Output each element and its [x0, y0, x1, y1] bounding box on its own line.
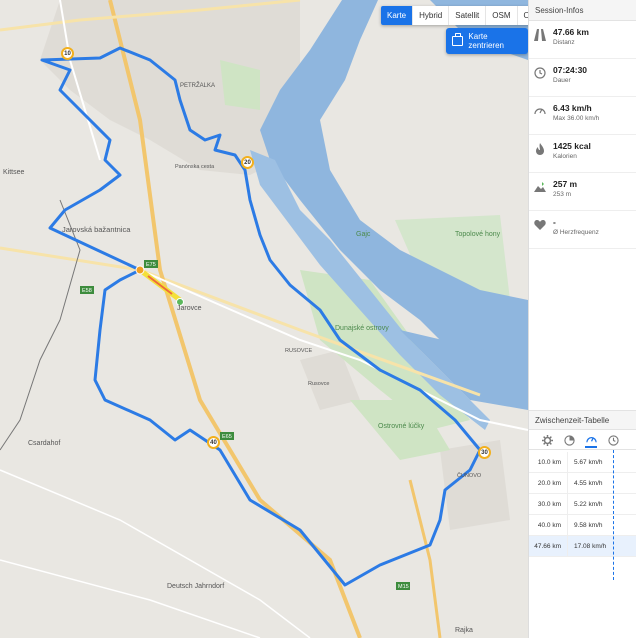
road-south	[0, 559, 261, 638]
split-km: 30.0 km	[537, 500, 561, 508]
speed-value: 6.43 km/h	[553, 103, 592, 113]
stat-duration: 07:24:30 Dauer	[529, 59, 636, 97]
split-row[interactable]: 20.0 km 4.55 km/h	[529, 473, 636, 494]
session-title: Session-Infos	[529, 0, 636, 21]
split-km: 10.0 km	[537, 458, 561, 466]
split-km: 40.0 km	[537, 521, 561, 529]
split-km: 20.0 km	[537, 479, 561, 487]
speedometer-icon	[533, 104, 547, 118]
split-value: 5.22 km/h	[567, 494, 624, 514]
speed-max-label: Max 36.00 km/h	[553, 115, 600, 122]
label-jarovce: Jarovce	[177, 305, 202, 312]
split-row[interactable]: 30.0 km 5.22 km/h	[529, 494, 636, 515]
stat-distance: 47.66 km Distanz	[529, 21, 636, 59]
map-view[interactable]: Kittsee Jarovská bažantnica Jarovce RUSO…	[0, 0, 528, 638]
split-value: 4.55 km/h	[567, 473, 624, 493]
duration-value: 07:24:30	[553, 65, 588, 75]
map-layer-switcher: Karte Hybrid Satellit OSM OCM	[381, 6, 528, 25]
label-panonska: Panónska cesta	[175, 164, 215, 170]
split-km: 47.66 km	[534, 542, 561, 550]
km-marker-20[interactable]: 20	[241, 156, 254, 169]
splits-title: Zwischenzeit-Tabelle	[529, 410, 636, 430]
road-icon	[533, 28, 547, 42]
stat-heartrate: - Ø Herzfrequenz	[529, 211, 636, 249]
clock-tab-icon[interactable]	[607, 435, 619, 447]
layer-ocm-button[interactable]: OCM	[518, 6, 529, 25]
label-jarovska: Jarovská bažantnica	[62, 225, 131, 234]
split-row[interactable]: 47.66 km 17.08 km/h	[529, 536, 636, 557]
route-shield-e75: E75	[146, 262, 156, 268]
center-map-button[interactable]: Karte zentrieren	[446, 28, 528, 54]
calories-label: Kalorien	[553, 153, 577, 160]
route-shield-e58: E58	[82, 288, 92, 294]
km-marker-10[interactable]: 10	[61, 47, 74, 60]
stat-elevation: 257 m 253 m	[529, 173, 636, 211]
gear-icon[interactable]	[541, 435, 553, 447]
split-value: 9.58 km/h	[567, 515, 624, 535]
split-row[interactable]: 40.0 km 9.58 km/h	[529, 515, 636, 536]
km-marker-40[interactable]: 40	[207, 436, 220, 449]
center-map-label: Karte zentrieren	[468, 32, 504, 50]
clock-icon	[533, 66, 547, 80]
route-end-marker[interactable]	[135, 265, 145, 275]
split-value: 17.08 km/h	[567, 536, 624, 556]
label-ostrovne-lucky: Ostrovné lúčky	[378, 423, 425, 430]
splits-table: 10.0 km 5.67 km/h 20.0 km 4.55 km/h 30.0 k…	[529, 452, 636, 557]
layer-osm-button[interactable]: OSM	[486, 6, 518, 25]
calories-value: 1425 kcal	[553, 141, 591, 151]
heart-icon	[533, 218, 547, 232]
pie-icon[interactable]	[563, 435, 575, 447]
layer-satellit-button[interactable]: Satellit	[449, 6, 487, 25]
stat-calories: 1425 kcal Kalorien	[529, 135, 636, 173]
road-deutsch	[0, 469, 311, 638]
label-csardahof: Csardahof	[28, 440, 60, 447]
label-rusovce-small: RUSOVCE	[285, 348, 313, 354]
heartrate-label: Ø Herzfrequenz	[553, 229, 599, 236]
speedometer-tab-icon[interactable]	[585, 434, 597, 448]
label-petrzalka: PETRŽALKA	[180, 81, 215, 89]
layer-karte-button[interactable]: Karte	[381, 6, 414, 25]
route-shield-m15: M15	[398, 584, 409, 590]
label-rusovce: Rusovce	[308, 381, 329, 387]
session-panel: Session-Infos 47.66 km Distanz 07:24:30 Da…	[528, 0, 636, 638]
label-gajc: Gajc	[356, 231, 371, 238]
label-kittsee: Kittsee	[3, 169, 25, 176]
elevation-down-value: 253 m	[553, 191, 572, 198]
flame-icon	[533, 142, 547, 156]
elevation-up-value: 257 m	[553, 179, 578, 189]
split-value: 5.67 km/h	[567, 452, 624, 472]
map-canvas[interactable]: Kittsee Jarovská bažantnica Jarovce RUSO…	[0, 0, 528, 638]
distance-label: Distanz	[553, 39, 575, 46]
briefcase-icon	[452, 33, 464, 46]
distance-value: 47.66 km	[553, 27, 589, 37]
layer-hybrid-button[interactable]: Hybrid	[413, 6, 450, 25]
split-row[interactable]: 10.0 km 5.67 km/h	[529, 452, 636, 473]
splits-divider	[613, 450, 614, 580]
heartrate-value: -	[553, 217, 556, 227]
duration-label: Dauer	[553, 77, 571, 84]
label-deutsch-jahrndorf: Deutsch Jahrndorf	[167, 583, 224, 590]
route-shield-e65: E65	[222, 434, 232, 440]
road-m15	[408, 479, 442, 638]
km-marker-30[interactable]: 30	[478, 446, 491, 459]
stat-speed: 6.43 km/h Max 36.00 km/h	[529, 97, 636, 135]
label-dunajske-ostrovy: Dunajské ostrovy	[335, 325, 389, 332]
label-cunovo: ČUNOVO	[457, 472, 482, 479]
elevation-icon	[533, 180, 547, 194]
label-rajka: Rajka	[455, 627, 473, 634]
splits-tabs	[529, 432, 636, 450]
label-topolove-hony: Topolové hony	[455, 231, 501, 238]
